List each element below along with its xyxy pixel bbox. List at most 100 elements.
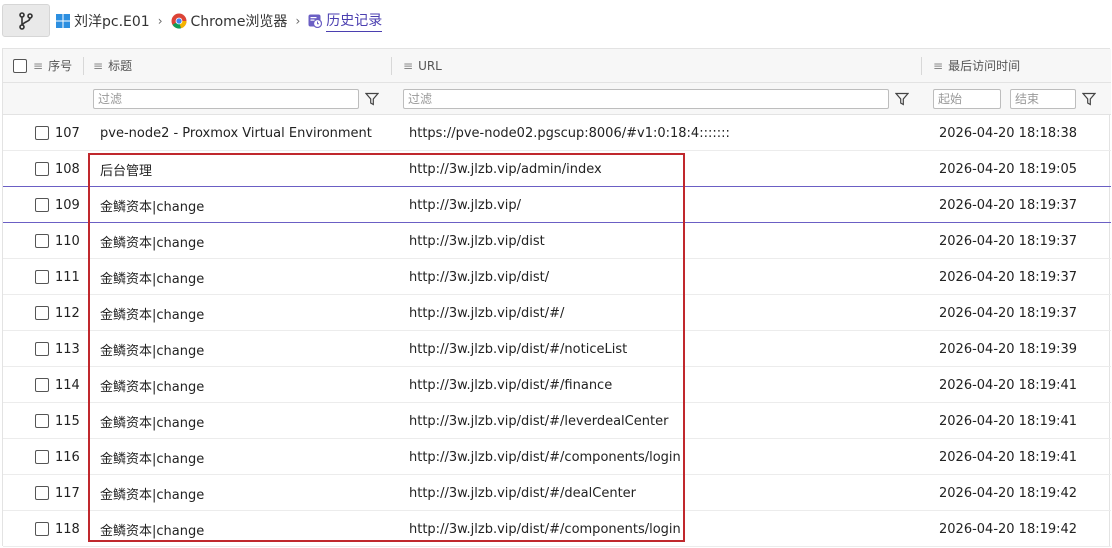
row-title: 金鳞资本|change bbox=[100, 199, 205, 215]
title-filter-input[interactable] bbox=[93, 88, 359, 109]
row-last-visit: 2026-04-20 18:18:38 bbox=[939, 125, 1078, 141]
table-row[interactable]: 108 后台管理 http://3w.jlzb.vip/admin/index 202… bbox=[3, 151, 1111, 187]
row-index: 115 bbox=[55, 413, 80, 429]
row-last-visit: 2026-04-20 18:19:37 bbox=[939, 233, 1078, 249]
row-last-visit: 2026-04-20 18:19:41 bbox=[939, 449, 1078, 465]
column-header-title[interactable]: ≡ 标题 bbox=[93, 49, 132, 82]
breadcrumb-item-history[interactable]: 历史记录 bbox=[308, 10, 383, 32]
row-url: http://3w.jlzb.vip/dist/#/ bbox=[409, 305, 565, 321]
row-title: 金鳞资本|change bbox=[100, 415, 205, 431]
row-last-visit: 2026-04-20 18:19:05 bbox=[939, 161, 1078, 177]
start-time-input[interactable] bbox=[933, 88, 1001, 109]
filter-icon[interactable] bbox=[895, 92, 909, 106]
row-checkbox[interactable] bbox=[35, 162, 49, 176]
breadcrumb-item-device[interactable]: 刘洋pc.E01 bbox=[56, 11, 150, 31]
column-header-label: 序号 bbox=[48, 59, 73, 73]
end-time-input[interactable] bbox=[1010, 88, 1076, 109]
row-last-visit: 2026-04-20 18:19:41 bbox=[939, 377, 1078, 393]
row-url: http://3w.jlzb.vip/ bbox=[409, 197, 522, 213]
row-url: http://3w.jlzb.vip/dist/ bbox=[409, 269, 550, 285]
chevron-right-icon: › bbox=[295, 14, 301, 28]
row-url: http://3w.jlzb.vip/dist/#/components/log… bbox=[409, 449, 681, 465]
table-row[interactable]: 118 金鳞资本|change http://3w.jlzb.vip/dist/#/… bbox=[3, 511, 1111, 547]
row-last-visit: 2026-04-20 18:19:37 bbox=[939, 305, 1078, 321]
breadcrumb-item-browser[interactable]: Chrome浏览器 bbox=[171, 11, 288, 31]
menu-icon: ≡ bbox=[93, 58, 104, 73]
row-checkbox[interactable] bbox=[35, 126, 49, 140]
row-checkbox[interactable] bbox=[35, 198, 49, 212]
row-url: http://3w.jlzb.vip/dist/#/finance bbox=[409, 377, 613, 393]
row-checkbox-cell bbox=[35, 403, 49, 439]
row-checkbox-cell bbox=[35, 187, 49, 223]
row-index: 111 bbox=[55, 269, 80, 285]
row-checkbox[interactable] bbox=[35, 306, 49, 320]
row-url: http://3w.jlzb.vip/admin/index bbox=[409, 161, 602, 177]
time-filter bbox=[933, 83, 1096, 114]
row-checkbox-cell bbox=[35, 115, 49, 151]
select-all-checkbox[interactable] bbox=[13, 58, 27, 73]
row-last-visit: 2026-04-20 18:19:42 bbox=[939, 521, 1078, 537]
row-url: http://3w.jlzb.vip/dist/#/components/log… bbox=[409, 521, 681, 537]
table-header: ≡ 序号 ≡ 标题 ≡ URL ≡ 最后访问时间 bbox=[3, 49, 1111, 83]
row-checkbox[interactable] bbox=[35, 378, 49, 392]
row-checkbox-cell bbox=[35, 511, 49, 547]
table-row[interactable]: 107 pve-node2 - Proxmox Virtual Environme… bbox=[3, 115, 1111, 151]
row-index: 114 bbox=[55, 377, 80, 393]
chevron-right-icon: › bbox=[157, 14, 163, 28]
table-row[interactable]: 116 金鳞资本|change http://3w.jlzb.vip/dist/#/… bbox=[3, 439, 1111, 475]
row-title: 金鳞资本|change bbox=[100, 523, 205, 539]
menu-icon: ≡ bbox=[933, 58, 944, 73]
row-last-visit: 2026-04-20 18:19:37 bbox=[939, 269, 1078, 285]
row-checkbox[interactable] bbox=[35, 342, 49, 356]
row-index: 109 bbox=[55, 197, 80, 213]
row-checkbox-cell bbox=[35, 367, 49, 403]
row-url: https://pve-node02.pgscup:8006/#v1:0:18:… bbox=[409, 125, 730, 141]
row-checkbox-cell bbox=[35, 259, 49, 295]
table-row[interactable]: 114 金鳞资本|change http://3w.jlzb.vip/dist/#/… bbox=[3, 367, 1111, 403]
row-index: 118 bbox=[55, 521, 80, 537]
row-checkbox-cell bbox=[35, 475, 49, 511]
column-header-index[interactable]: ≡ 序号 bbox=[33, 49, 72, 82]
filter-icon[interactable] bbox=[1082, 92, 1096, 106]
row-title: 后台管理 bbox=[100, 163, 153, 179]
row-checkbox[interactable] bbox=[35, 414, 49, 428]
row-last-visit: 2026-04-20 18:19:41 bbox=[939, 413, 1078, 429]
row-checkbox[interactable] bbox=[35, 486, 49, 500]
row-url: http://3w.jlzb.vip/dist/#/noticeList bbox=[409, 341, 628, 357]
table-row[interactable]: 113 金鳞资本|change http://3w.jlzb.vip/dist/#/… bbox=[3, 331, 1111, 367]
history-table: ≡ 序号 ≡ 标题 ≡ URL ≡ 最后访问时间 过滤 过滤 起始 结束 107… bbox=[2, 48, 1111, 547]
table-row[interactable]: 112 金鳞资本|change http://3w.jlzb.vip/dist/#/… bbox=[3, 295, 1111, 331]
table-row[interactable]: 110 金鳞资本|change http://3w.jlzb.vip/dist 202… bbox=[3, 223, 1111, 259]
row-checkbox[interactable] bbox=[35, 450, 49, 464]
row-checkbox[interactable] bbox=[35, 270, 49, 284]
menu-icon: ≡ bbox=[403, 58, 414, 73]
table-row[interactable]: 115 金鳞资本|change http://3w.jlzb.vip/dist/#/… bbox=[3, 403, 1111, 439]
row-title: 金鳞资本|change bbox=[100, 379, 205, 395]
chrome-icon bbox=[171, 13, 187, 29]
row-index: 117 bbox=[55, 485, 80, 501]
row-index: 116 bbox=[55, 449, 80, 465]
row-title: 金鳞资本|change bbox=[100, 235, 205, 251]
column-header-url[interactable]: ≡ URL bbox=[403, 49, 442, 82]
row-checkbox[interactable] bbox=[35, 522, 49, 536]
row-checkbox-cell bbox=[35, 439, 49, 475]
history-icon bbox=[308, 14, 323, 28]
row-index: 110 bbox=[55, 233, 80, 249]
row-title: 金鳞资本|change bbox=[100, 451, 205, 467]
row-index: 112 bbox=[55, 305, 80, 321]
table-row[interactable]: 117 金鳞资本|change http://3w.jlzb.vip/dist/#/… bbox=[3, 475, 1111, 511]
branch-toggle-button[interactable] bbox=[2, 4, 50, 37]
row-checkbox[interactable] bbox=[35, 234, 49, 248]
title-filter bbox=[93, 83, 379, 114]
column-header-last-visit[interactable]: ≡ 最后访问时间 bbox=[933, 49, 1020, 82]
table-row[interactable]: 109 金鳞资本|change http://3w.jlzb.vip/2026-04… bbox=[3, 187, 1111, 223]
row-index: 107 bbox=[55, 125, 80, 141]
row-checkbox-cell bbox=[35, 295, 49, 331]
row-last-visit: 2026-04-20 18:19:39 bbox=[939, 341, 1078, 357]
table-row[interactable]: 111 金鳞资本|change http://3w.jlzb.vip/dist/20… bbox=[3, 259, 1111, 295]
breadcrumb-label: Chrome浏览器 bbox=[190, 14, 288, 30]
filter-icon[interactable] bbox=[365, 92, 379, 106]
row-title: 金鳞资本|change bbox=[100, 343, 205, 359]
url-filter-input[interactable] bbox=[403, 88, 889, 109]
select-all-cell bbox=[13, 49, 27, 82]
